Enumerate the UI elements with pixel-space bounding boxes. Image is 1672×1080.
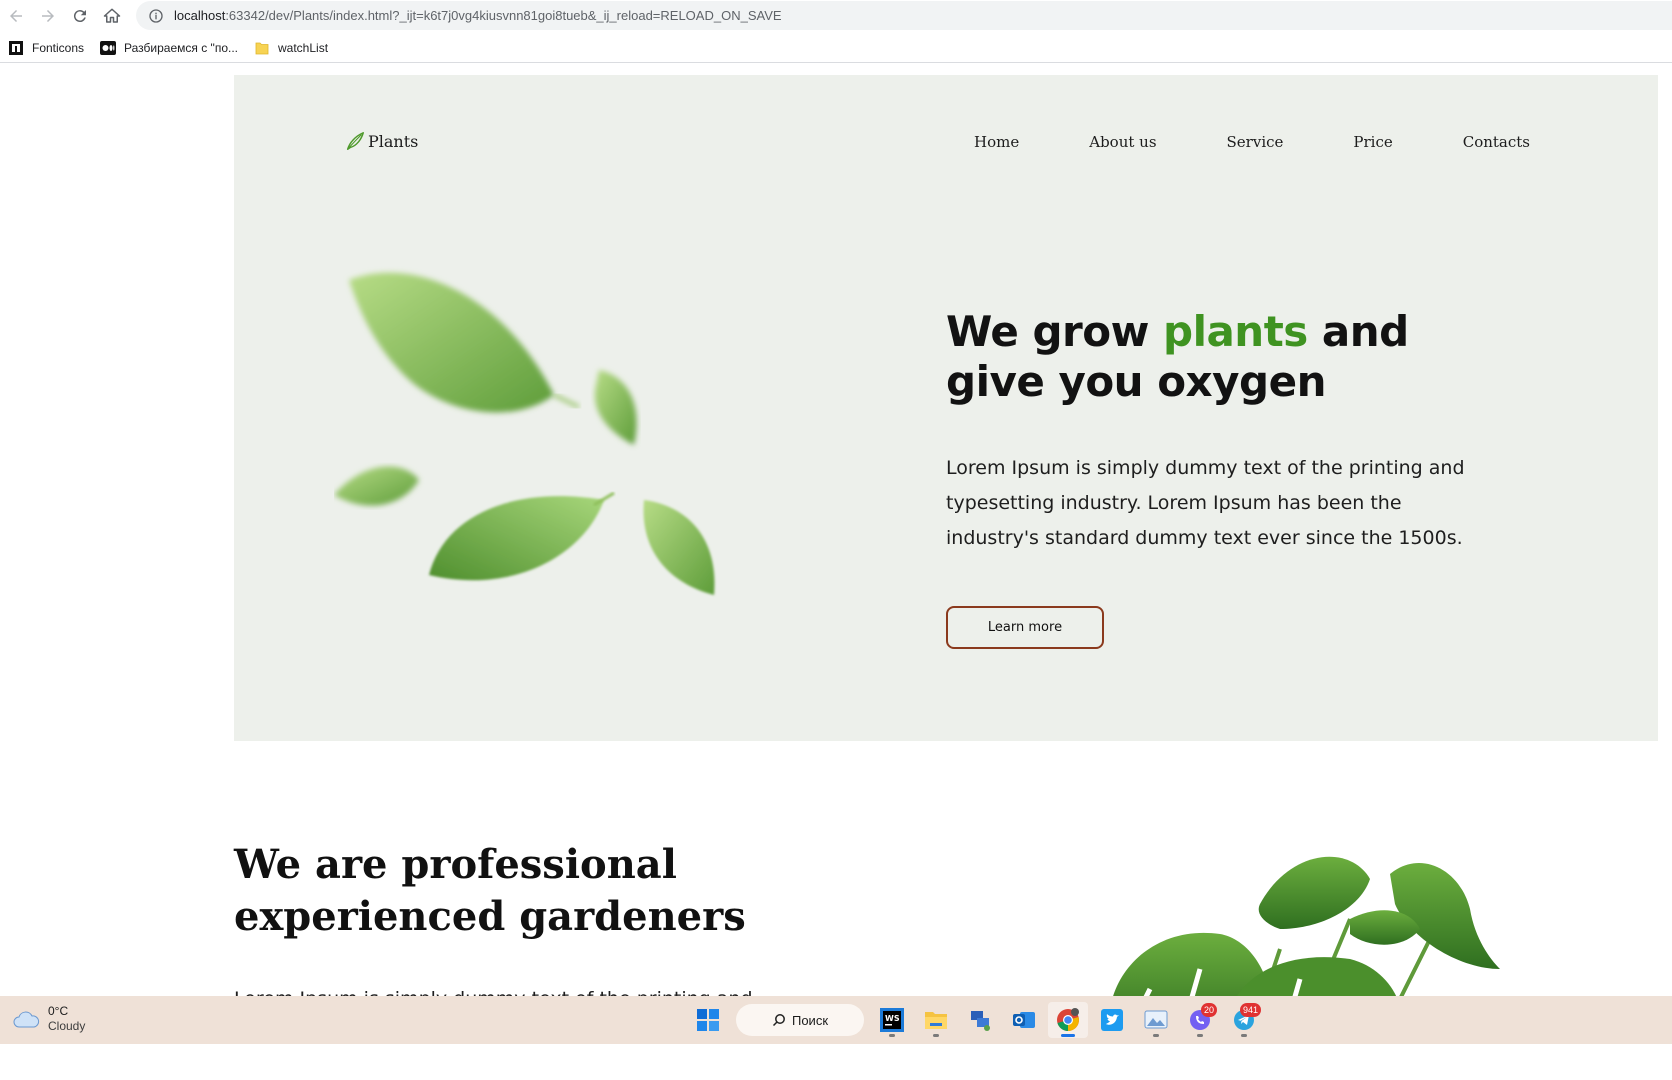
url-path: :63342/dev/Plants/index.html?_ijt=k6t7j0… (225, 8, 782, 23)
hero-description: Lorem Ipsum is simply dummy text of the … (946, 457, 1465, 549)
taskbar-apps: Поиск WS 20 941 (688, 1002, 1268, 1038)
search-icon (772, 1014, 785, 1027)
logo-text: Plants (368, 131, 419, 151)
start-button[interactable] (688, 1002, 728, 1038)
taskbar-app-viber[interactable]: 20 (1180, 1002, 1220, 1038)
flying-leaves-image (334, 272, 715, 595)
leaf-left (334, 466, 419, 506)
leaf-large (349, 272, 554, 413)
search-label: Поиск (791, 1012, 829, 1028)
reload-icon (73, 9, 86, 22)
bookmarks-bar: Fonticons Разбираемся с "по... watchList (0, 33, 1672, 63)
bookmark-fonticons[interactable]: Fonticons (8, 40, 84, 56)
fonticons-icon (8, 40, 24, 56)
arrow-left-icon (10, 9, 22, 22)
address-bar[interactable]: localhost:63342/dev/Plants/index.html?_i… (136, 1, 1672, 30)
arrow-right-icon (42, 9, 54, 22)
taskbar-app-webstorm[interactable]: WS (872, 1002, 912, 1038)
chrome-icon (1057, 1008, 1079, 1031)
running-indicator (1153, 1034, 1159, 1037)
home-icon (103, 8, 121, 23)
taskbar-search[interactable]: Поиск (736, 1004, 864, 1036)
info-icon[interactable] (148, 8, 164, 24)
url-host: localhost (174, 8, 226, 23)
taskbar-app-outlook[interactable] (1004, 1002, 1044, 1038)
taskbar-app-chrome[interactable] (1048, 1002, 1088, 1038)
running-indicator (1061, 1034, 1075, 1037)
bookmark-label: Разбираемся с "по... (124, 40, 238, 55)
leaf-right (643, 500, 715, 595)
network-icon (971, 1011, 990, 1031)
site-logo[interactable]: Plants (344, 130, 418, 152)
bookmark-label: Fonticons (32, 40, 85, 55)
svg-text:WS: WS (885, 1014, 900, 1023)
taskbar-app-telegram[interactable]: 941 (1224, 1002, 1264, 1038)
taskbar-app-twitter[interactable] (1092, 1002, 1132, 1038)
running-indicator (889, 1034, 895, 1037)
reload-button[interactable] (64, 0, 96, 31)
nav-contacts[interactable]: Contacts (1463, 133, 1530, 151)
taskbar-app-explorer[interactable] (916, 1002, 956, 1038)
weather-condition: Cloudy (48, 1019, 86, 1033)
weather-widget[interactable]: 0°C Cloudy (12, 1004, 85, 1034)
home-button[interactable] (96, 0, 128, 31)
learn-more-button[interactable]: Learn more (946, 606, 1104, 649)
running-indicator (933, 1034, 939, 1037)
back-button[interactable] (0, 0, 32, 31)
taskbar-app-photos[interactable] (1136, 1002, 1176, 1038)
weather-temperature: 0°C (48, 1004, 69, 1018)
hero-title-accent: plants (1163, 307, 1308, 356)
running-indicator (1197, 1034, 1203, 1037)
nav-about-us[interactable]: About us (1089, 133, 1156, 151)
bookmark-medium[interactable]: Разбираемся с "по... (100, 40, 238, 56)
leaf-bottom (429, 496, 604, 581)
webstorm-icon: WS (880, 1008, 904, 1032)
running-indicator (1241, 1034, 1247, 1037)
hero-title: We grow plants and give you oxygen (946, 307, 1409, 406)
nav-home[interactable]: Home (974, 133, 1019, 151)
windows-start-icon (697, 1009, 719, 1031)
folder-icon (254, 40, 270, 56)
file-explorer-icon (925, 1012, 947, 1029)
leaf-logo-icon (346, 132, 364, 150)
notification-badge: 941 (1239, 1003, 1261, 1017)
bookmark-label: watchList (278, 40, 329, 55)
twitter-icon (1101, 1009, 1123, 1031)
notification-badge: 20 (1200, 1003, 1217, 1017)
web-page: Plants Home About us Service Price Conta… (0, 64, 1672, 1000)
about-title: We are professional experienced gardeners (234, 841, 746, 940)
monstera-plant-image (1112, 856, 1500, 1000)
taskbar-app-network[interactable] (960, 1002, 1000, 1038)
main-navigation: Home About us Service Price Contacts (904, 133, 1530, 151)
outlook-icon (1013, 1012, 1035, 1028)
bookmark-watchlist[interactable]: watchList (254, 40, 328, 56)
photos-icon (1144, 1010, 1168, 1029)
nav-price[interactable]: Price (1353, 133, 1392, 151)
windows-taskbar: 0°C Cloudy Поиск WS 20 941 (0, 996, 1672, 1044)
medium-icon (100, 40, 117, 56)
hero-content: We grow plants and give you oxygen Lorem… (946, 307, 1506, 649)
hero-section: Plants Home About us Service Price Conta… (234, 75, 1658, 741)
leaf-small-top (594, 370, 637, 445)
cloud-icon (13, 1011, 40, 1028)
browser-toolbar: localhost:63342/dev/Plants/index.html?_i… (0, 0, 1672, 31)
nav-service[interactable]: Service (1227, 133, 1284, 151)
forward-button[interactable] (32, 0, 64, 31)
